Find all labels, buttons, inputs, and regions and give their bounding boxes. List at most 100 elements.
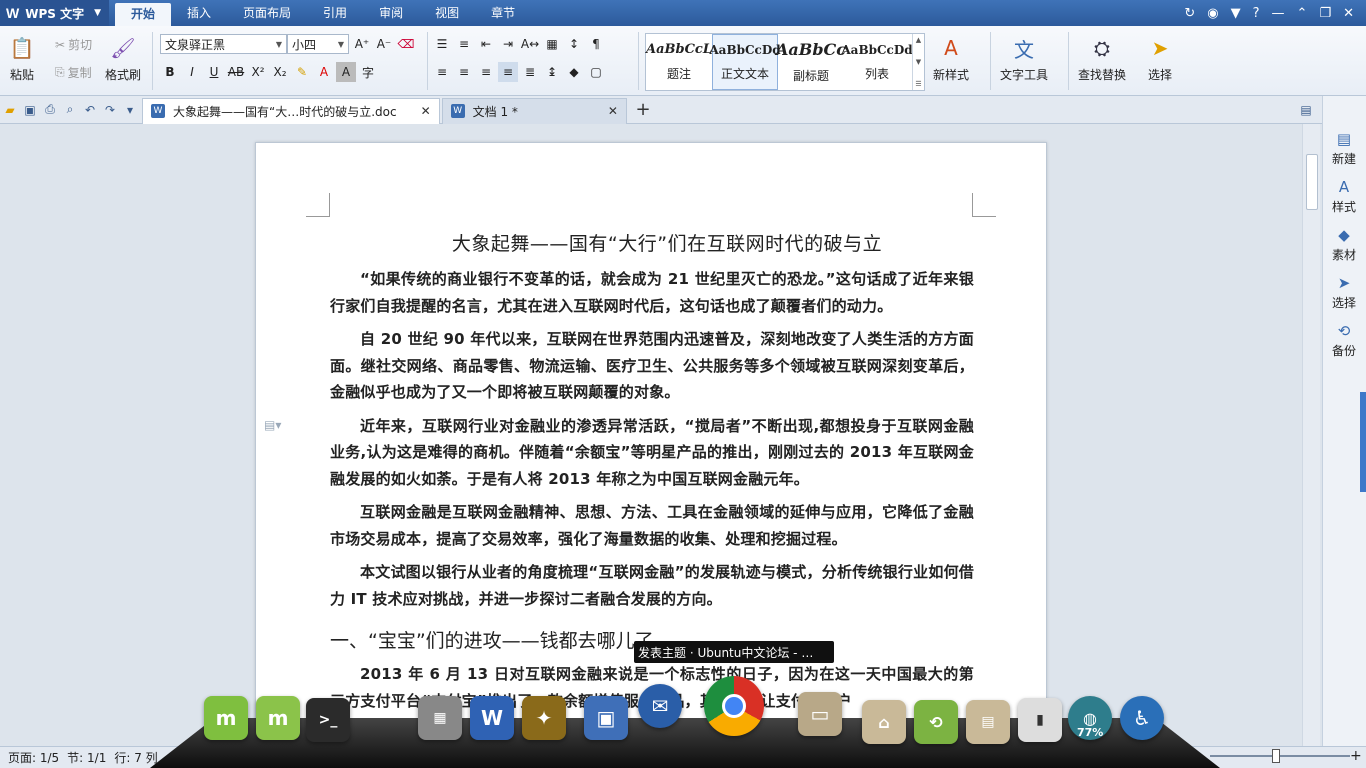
photo-app-icon[interactable]: ✦ bbox=[522, 696, 566, 740]
char-shading-icon[interactable]: A bbox=[336, 62, 356, 82]
style-list[interactable]: AaBbCcDd 列表 bbox=[841, 34, 912, 90]
new-tab-icon[interactable]: + bbox=[633, 99, 653, 120]
virtualbox-icon[interactable]: ▣ bbox=[584, 696, 628, 740]
menu-view[interactable]: 视图 bbox=[419, 0, 475, 26]
chevron-down-icon[interactable]: ▼ bbox=[916, 58, 921, 66]
usb-icon[interactable]: ▮ bbox=[1018, 698, 1062, 742]
distribute-icon[interactable]: ≣ bbox=[520, 62, 540, 82]
italic-icon[interactable]: I bbox=[182, 62, 202, 82]
close-icon[interactable]: ✕ bbox=[1343, 6, 1354, 21]
menu-page-layout[interactable]: 页面布局 bbox=[227, 0, 307, 26]
sync-icon[interactable]: ↻ bbox=[1184, 6, 1195, 21]
collapse-ribbon-icon[interactable]: ⌃ bbox=[1297, 6, 1308, 21]
print-icon[interactable]: ⎙ bbox=[40, 100, 60, 120]
minimize-icon[interactable]: — bbox=[1272, 6, 1285, 21]
format-painter-button[interactable]: 🖌 格式刷 bbox=[105, 34, 141, 83]
cut-button[interactable]: ✂ 剪切 bbox=[55, 36, 92, 53]
calculator-icon[interactable]: ▦ bbox=[418, 696, 462, 740]
font-color-icon[interactable]: A bbox=[314, 62, 334, 82]
panel-backup[interactable]: ⟲ 备份 bbox=[1323, 322, 1365, 359]
text-tools-button[interactable]: 文 文字工具 bbox=[1000, 34, 1048, 83]
increase-indent-icon[interactable]: ⇥ bbox=[498, 34, 518, 54]
show-marks-icon[interactable]: ¶ bbox=[586, 34, 606, 54]
style-subtitle[interactable]: AaBbCc 副标题 bbox=[776, 34, 846, 90]
wps-writer-icon[interactable]: W bbox=[470, 696, 514, 740]
clear-format-icon[interactable]: ⌫ bbox=[396, 34, 416, 54]
panel-select[interactable]: ➤ 选择 bbox=[1323, 274, 1365, 311]
panel-toggle[interactable] bbox=[1360, 392, 1366, 492]
strikethrough-icon[interactable]: AB bbox=[226, 62, 246, 82]
menu-insert[interactable]: 插入 bbox=[171, 0, 227, 26]
highlight-icon[interactable]: ✎ bbox=[292, 62, 312, 82]
chrome-icon[interactable] bbox=[704, 676, 764, 736]
scrollbar-thumb[interactable] bbox=[1306, 154, 1318, 210]
phonetic-guide-icon[interactable]: 字 bbox=[358, 62, 378, 82]
style-body-text[interactable]: AaBbCcDd 正文文本 bbox=[709, 34, 781, 90]
terminal-icon[interactable]: >_ bbox=[306, 698, 350, 742]
align-right-icon[interactable]: ≡ bbox=[476, 62, 496, 82]
grow-font-icon[interactable]: A⁺ bbox=[352, 34, 372, 54]
skin-icon[interactable]: ◉ bbox=[1207, 6, 1218, 21]
home-folder-icon[interactable]: ⌂ bbox=[862, 700, 906, 744]
numbered-list-icon[interactable]: ≡ bbox=[454, 34, 474, 54]
decrease-indent-icon[interactable]: ⇤ bbox=[476, 34, 496, 54]
close-tab-icon[interactable]: ✕ bbox=[608, 104, 618, 118]
documents-folder-icon[interactable]: ▤ bbox=[966, 700, 1010, 744]
bullet-list-icon[interactable]: ☰ bbox=[432, 34, 452, 54]
backup-icon[interactable]: ⟲ bbox=[914, 700, 958, 744]
style-caption[interactable]: AaBbCcL 题注 bbox=[646, 34, 712, 90]
save-icon[interactable]: ▣ bbox=[20, 100, 40, 120]
align-center-icon[interactable]: ≡ bbox=[454, 62, 474, 82]
subscript-icon[interactable]: X₂ bbox=[270, 62, 290, 82]
bold-icon[interactable]: B bbox=[160, 62, 180, 82]
copy-button[interactable]: ⎘ 复制 bbox=[55, 64, 92, 81]
thunderbird-icon[interactable]: ✉ bbox=[638, 684, 682, 728]
open-folder-icon[interactable]: ▰ bbox=[0, 100, 20, 120]
zoom-slider[interactable] bbox=[1210, 755, 1350, 757]
customize-toolbar-icon[interactable]: ▾ bbox=[120, 100, 140, 120]
mint-menu-icon[interactable]: m bbox=[204, 696, 248, 740]
close-tab-icon[interactable]: ✕ bbox=[421, 104, 431, 118]
panel-styles[interactable]: A 样式 bbox=[1323, 178, 1365, 215]
zoom-slider-thumb[interactable] bbox=[1272, 749, 1280, 763]
gallery-scroll[interactable]: ▲ ▼ ☰ bbox=[912, 34, 924, 90]
help-icon[interactable]: ? bbox=[1253, 6, 1260, 21]
select-button[interactable]: ➤ 选择 bbox=[1146, 34, 1174, 83]
panel-materials[interactable]: ◆ 素材 bbox=[1323, 226, 1365, 263]
vertical-scrollbar[interactable] bbox=[1302, 124, 1320, 746]
justify-icon[interactable]: ≡ bbox=[498, 62, 518, 82]
tab-list-icon[interactable]: ▤ bbox=[1296, 100, 1316, 120]
expand-icon[interactable]: ☰ bbox=[915, 80, 921, 88]
zoom-in-icon[interactable]: + bbox=[1350, 748, 1362, 764]
panel-new[interactable]: ▤ 新建 bbox=[1323, 130, 1365, 167]
document-page[interactable]: 大象起舞——国有“大行”们在互联网时代的破与立 “如果传统的商业银行不变革的话，… bbox=[255, 142, 1047, 762]
shrink-font-icon[interactable]: A⁻ bbox=[374, 34, 394, 54]
redo-icon[interactable]: ↷ bbox=[100, 100, 120, 120]
underline-icon[interactable]: U bbox=[204, 62, 224, 82]
undo-icon[interactable]: ↶ bbox=[80, 100, 100, 120]
mint-update-icon[interactable]: m bbox=[256, 696, 300, 740]
borders-icon[interactable]: ▢ bbox=[586, 62, 606, 82]
tshirt-icon[interactable]: ▼ bbox=[1231, 6, 1241, 21]
menu-references[interactable]: 引用 bbox=[307, 0, 363, 26]
tab-document-2[interactable]: W 文档 1 * ✕ bbox=[441, 97, 627, 124]
restore-icon[interactable]: ❐ bbox=[1319, 6, 1331, 21]
paragraph-marker-icon[interactable]: ▤▾ bbox=[264, 418, 281, 432]
chevron-up-icon[interactable]: ▲ bbox=[916, 36, 921, 44]
app-menu-button[interactable]: W WPS 文字 ▼ bbox=[0, 0, 109, 26]
paste-button[interactable]: 📋 粘贴 bbox=[8, 34, 36, 83]
menu-chapter[interactable]: 章节 bbox=[475, 0, 531, 26]
char-spacing-icon[interactable]: A↔ bbox=[520, 34, 540, 54]
print-preview-icon[interactable]: ⌕ bbox=[60, 100, 80, 120]
superscript-icon[interactable]: X² bbox=[248, 62, 268, 82]
font-name-select[interactable]: 文泉驿正黑 ▼ bbox=[160, 34, 287, 54]
align-left-icon[interactable]: ≡ bbox=[432, 62, 452, 82]
font-size-select[interactable]: 小四 ▼ bbox=[287, 34, 349, 54]
menu-review[interactable]: 审阅 bbox=[363, 0, 419, 26]
menu-home[interactable]: 开始 bbox=[115, 3, 172, 26]
new-style-button[interactable]: A 新样式 bbox=[933, 34, 969, 83]
sort-icon[interactable]: ↕ bbox=[564, 34, 584, 54]
table-icon[interactable]: ▦ bbox=[542, 34, 562, 54]
shading-icon[interactable]: ◆ bbox=[564, 62, 584, 82]
find-replace-button[interactable]: ⛭ 查找替换 bbox=[1078, 34, 1126, 83]
